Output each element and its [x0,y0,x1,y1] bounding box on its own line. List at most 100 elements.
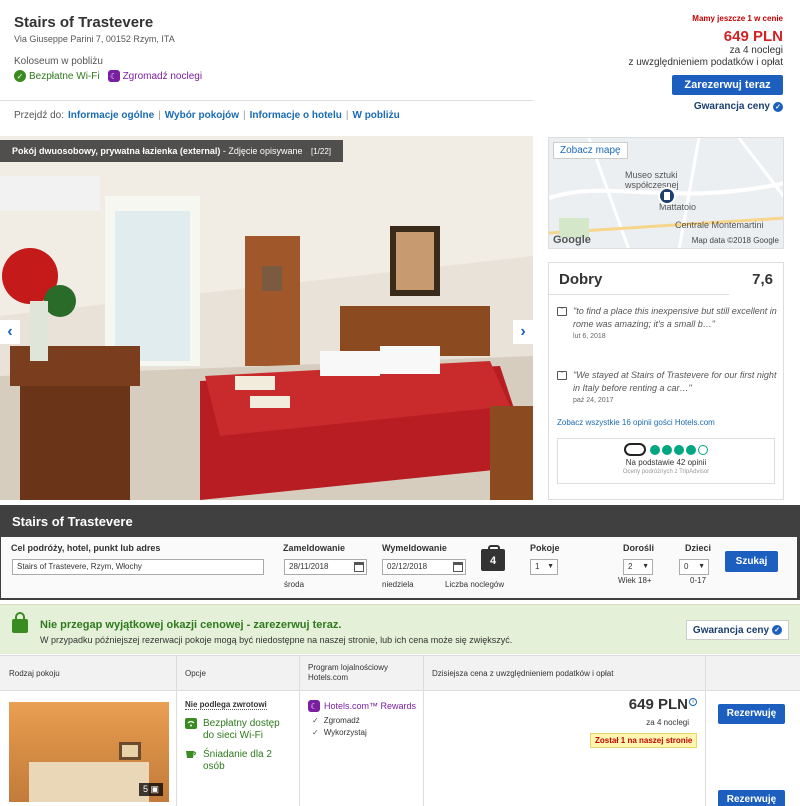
divider: | [345,110,349,121]
header-room-type: Rodzaj pokoju [9,669,60,678]
checkout-input[interactable]: 02/12/2018 [382,559,466,575]
price-guarantee-link[interactable]: Gwarancja ceny ✓ [628,101,783,112]
photo-count: 5 [142,784,148,794]
quote-icon: " [557,307,567,316]
photo-count-badge: 5 ▣ [138,783,163,796]
amenity-label: Zgromadź noclegi [122,70,203,82]
rating-word: Dobry [559,271,603,288]
photo-caption-sep: - [222,146,226,156]
header-loyalty-line1: Program lojalnościowy [308,663,389,672]
tripadvisor-rating [558,443,774,456]
landmark-text: Koloseum w pobliżu [14,56,103,67]
children-select[interactable]: 0 ▼ [679,559,709,575]
room-nights: za 4 noclegi [646,718,689,727]
reserve-button[interactable]: Rezerwuję [718,704,785,724]
scarcity-notice: Mamy jeszcze 1 w cenie [692,14,783,23]
jump-link-general[interactable]: Informacje ogólne [68,110,154,121]
rating-dot-empty [698,444,708,455]
calendar-icon [354,562,364,572]
review-item: " "We stayed at Stairs of Trastevere for… [557,369,777,404]
checkin-input[interactable]: 28/11/2018 [284,559,367,575]
divider [423,656,424,806]
header-price: Dzisiejsza cena z uwzględnieniem podatkó… [432,669,614,678]
loyalty-program: ☾ Hotels.com™ Rewards [308,700,416,712]
book-now-button[interactable]: Zarezerwuj teraz [672,75,783,95]
tripadvisor-based-on: Na podstawie 42 opinii [625,458,707,467]
option-label: Śniadanie dla 2 osób [203,749,272,772]
rating-dots [650,444,708,455]
deal-title: Nie przegap wyjątkowej okazji cenowej - … [40,619,342,631]
jump-link-nearby[interactable]: W pobliżu [352,110,399,121]
check-icon: ✓ [14,70,26,82]
table-header: Rodzaj pokoju Opcje Program lojalnościow… [0,656,800,691]
gallery-next-button[interactable]: › [513,320,533,344]
jump-nav-label: Przejdź do: [14,110,65,121]
nights-label: Liczba noclegów [445,580,505,589]
photo-caption-title: Pokój dwuosobowy, prywatna łazienka (ext… [12,146,221,156]
rewards-icon: ☾ [107,70,120,82]
amenity-free-wifi: ✓ Bezpłatne Wi-Fi [14,70,100,82]
review-text: "to find a place this inexpensive but st… [573,306,777,329]
checkin-label: Zameldowanie [283,543,346,553]
map-thumbnail[interactable]: Zobacz mapę Museo sztuki współczesnej Ma… [548,137,784,249]
total-price: 649 PLN [723,28,783,45]
all-reviews-link[interactable]: Zobacz wszystkie 16 opinii gości Hotels.… [557,418,715,427]
option-label: Bezpłatny dostęp do sieci Wi-Fi [203,718,280,741]
checkin-day: środa [284,580,305,589]
header-loyalty: Program lojalnościowy Hotels.com [308,663,388,683]
divider: | [243,110,246,121]
photo-counter: [1/22] [310,147,331,156]
divider [0,100,533,101]
search-button[interactable]: Szukaj [725,551,778,572]
destination-input[interactable]: Stairs of Trastevere, Rzym, Włochy [12,559,264,575]
deal-banner: Nie przegap wyjątkowej okazji cenowej - … [0,604,800,654]
room-photo [0,136,533,500]
price-guarantee-button[interactable]: Gwarancja ceny ✓ [686,620,789,640]
photo-caption-desc: Zdjęcie opisywane [228,146,303,156]
jump-link-rooms[interactable]: Wybór pokojów [165,110,239,121]
reserve-button-second[interactable]: Rezerwuję [718,790,785,806]
option-breakfast: Śniadanie dla 2 osób [185,749,293,773]
refund-policy[interactable]: Nie podlega zwrotowi [185,700,267,710]
header-loyalty-line2: Hotels.com [308,673,349,682]
map-credit: Map data ©2018 Google [691,236,779,245]
tripadvisor-box: Na podstawie 42 opinii Oceny podróżnych … [557,438,775,484]
price-guarantee-label: Gwarancja ceny [693,101,770,112]
review-text: "We stayed at Stairs of Trastevere for o… [573,370,777,393]
map-label: Centrale Montemartini [675,220,764,230]
search-form: Cel podróży, hotel, punkt lub adres Stai… [1,537,797,598]
amenity-collect-nights: ☾ Zgromadź noclegi [107,70,203,82]
children-sub: 0-17 [690,576,707,585]
google-logo: Google [553,234,591,246]
chevron-down-icon: ▼ [547,563,554,570]
divider: | [158,110,161,121]
review-item: " "to find a place this inexpensive but … [557,305,777,340]
checkout-day: niedziela [382,580,414,589]
gallery-prev-button[interactable]: ‹ [0,320,20,344]
rooms-select[interactable]: 1 ▼ [530,559,558,575]
reviews-panel: Dobry 7,6 " "to find a place this inexpe… [548,262,784,500]
rooms-value: 1 [535,562,540,571]
lock-icon [12,612,28,633]
jump-link-hotel-info[interactable]: Informacje o hotelu [250,110,342,121]
loyalty-title: Hotels.com™ Rewards [324,701,417,711]
see-map-button[interactable]: Zobacz mapę [553,142,628,159]
divider [299,656,300,806]
info-icon[interactable]: i [689,698,697,706]
rating-dot-filled [674,444,684,455]
option-free-wifi: Bezpłatny dostęp do sieci Wi-Fi [185,718,293,742]
amenity-row: ✓ Bezpłatne Wi-Fi ☾ Zgromadź noclegi [14,70,202,82]
adults-select[interactable]: 2 ▼ [623,559,653,575]
price-guarantee-label: Gwarancja ceny [692,624,770,636]
jump-nav: Przejdź do: Informacje ogólne | Wybór po… [14,110,400,121]
room-photo-thumbnail[interactable]: 5 ▣ [9,702,169,802]
chevron-down-icon: ▼ [698,563,705,570]
review-date: lut 6, 2018 [573,333,606,340]
loyalty-item: Wykorzystaj [312,728,367,737]
info-icon: ✓ [773,101,783,112]
deal-subtitle: W przypadku późniejszej rezerwacji pokoj… [40,635,513,645]
rooms-table: Rodzaj pokoju Opcje Program lojalnościow… [0,655,800,806]
search-bar: Stairs of Trastevere Cel podróży, hotel,… [0,505,800,600]
rating-dot-filled [662,444,672,455]
loyalty-item: Zgromadź [312,716,360,725]
